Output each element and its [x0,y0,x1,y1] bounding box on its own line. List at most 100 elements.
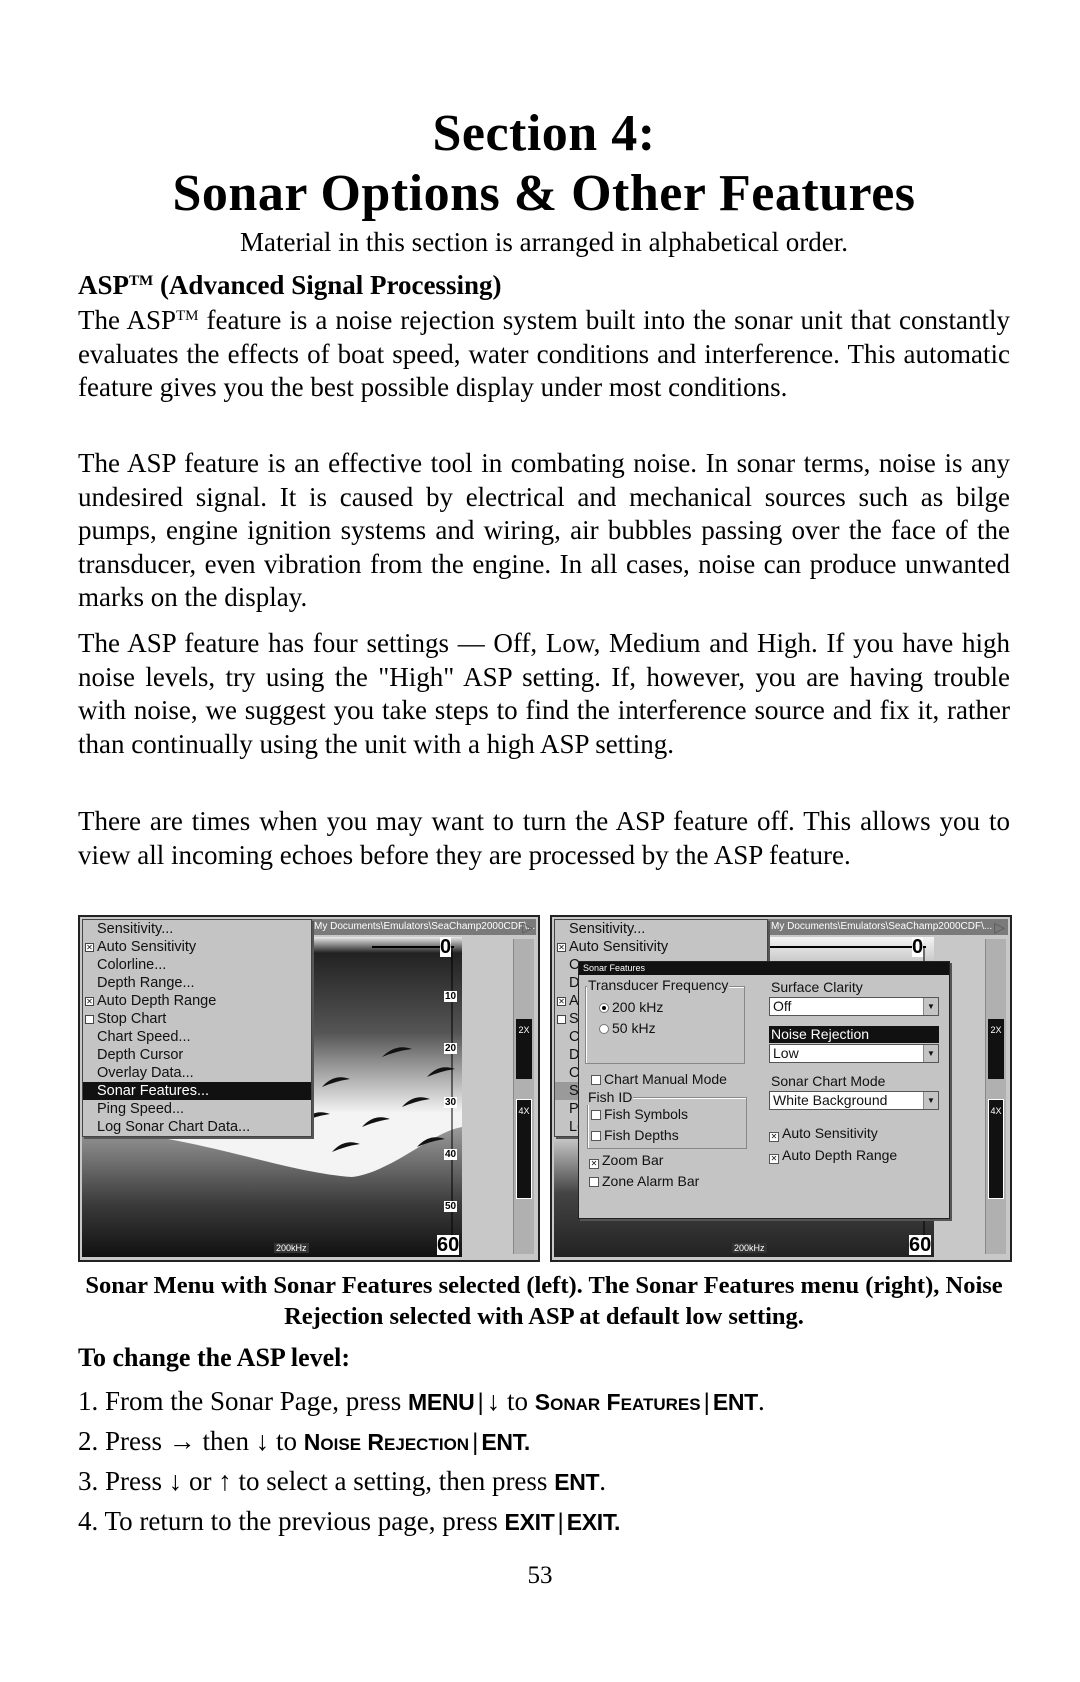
fish-depths-checkbox[interactable]: Fish Depths [591,1127,679,1143]
zoom-4x-indicator[interactable]: 4X [516,1099,532,1199]
menu-item-label: Sensitivity... [569,921,646,937]
key-ent: ENT. [481,1429,530,1455]
up-arrow-icon: ↑ [218,1466,232,1496]
menu-item-label: Depth Range... [97,975,195,991]
fish-symbols-checkbox[interactable]: Fish Symbols [591,1106,688,1122]
down-arrow-icon: ↓ [168,1466,183,1496]
radio-200khz[interactable]: 200 kHz [599,999,663,1015]
file-path-bar: My Documents\Emulators\SeaChamp2000CDF\.… [310,919,536,935]
play-triangle-icon[interactable]: ▷ [994,919,1005,935]
procedure-step-3: 3. Press ↓ or ↑ to select a setting, the… [78,1466,607,1496]
right-arrow-icon: → [168,1426,196,1456]
down-arrow-icon: ↓ [486,1386,501,1416]
menu-item[interactable]: Stop Chart [83,1010,311,1028]
radio-button-selected-icon [599,1003,609,1013]
chevron-down-icon: ▼ [923,1045,938,1062]
zoom-bar[interactable]: 2X 4X [513,939,534,1254]
menu-item[interactable]: Log Sonar Chart Data... [83,1118,311,1136]
key-exit: EXIT [504,1509,555,1535]
menu-item[interactable]: Depth Cursor [83,1046,311,1064]
chart-manual-mode-checkbox[interactable]: Chart Manual Mode [591,1071,727,1087]
checkbox-checked-icon: ✕ [557,997,566,1006]
procedure-step-2: 2. Press → then ↓ to NOISE REJECTION | ENT… [78,1426,530,1456]
menu-item-label: Colorline... [97,957,167,973]
menu-item-sonar-features: SONAR FEATURES [534,1389,701,1415]
depth-scale-top: 0 [912,937,924,958]
menu-item-label: Chart Speed... [97,1029,191,1045]
surface-clarity-label: Surface Clarity [771,979,863,995]
down-arrow-icon: ↓ [255,1426,270,1456]
menu-item-noise-rejection: NOISE REJECTION [303,1429,470,1455]
procedure-heading: To change the ASP level: [78,1343,351,1372]
checkbox-unchecked-icon [591,1075,601,1085]
sonar-menu: Sensitivity... ✕ Auto Sensitivity Colorline… [82,919,312,1137]
noise-rejection-label: Noise Rejection [769,1026,939,1043]
sonar-chart-mode-dropdown[interactable]: White Background ▼ [769,1091,939,1110]
checkbox-checked-icon: ✕ [557,943,566,952]
depth-tick: 30 [444,1097,458,1108]
menu-item-label: Overlay Data... [97,1065,194,1081]
menu-item[interactable]: Colorline... [83,956,311,974]
menu-item[interactable]: Sensitivity... [83,920,311,938]
menu-item[interactable]: ✕ Auto Depth Range [83,992,311,1010]
frequency-label: 200kHz [274,1243,309,1253]
depth-scale-top: 0 [440,937,452,958]
checkbox-unchecked-icon [591,1110,601,1120]
procedure-step-4: 4. To return to the previous page, press… [78,1506,621,1536]
checkbox-checked-icon: ✕ [769,1154,779,1164]
zoom-2x-indicator[interactable]: 2X [516,1019,532,1079]
menu-item-label: Log Sonar Chart Data... [97,1119,251,1135]
checkbox-checked-icon: ✕ [85,943,94,952]
surface-clarity-dropdown[interactable]: Off ▼ [769,997,939,1016]
depth-tick: 50 [444,1201,458,1212]
sonar-menu-screenshot: 0 10 20 30 40 50 60 200kHz My Documents\… [78,915,540,1262]
menu-item[interactable]: Ping Speed... [83,1100,311,1118]
menu-item-label: Stop Chart [97,1011,167,1027]
auto-depth-range-checkbox[interactable]: ✕ Auto Depth Range [769,1147,897,1164]
menu-item[interactable]: Sensitivity... [555,920,767,938]
noise-rejection-dropdown[interactable]: Low ▼ [769,1044,939,1063]
fish-id-label: Fish ID [587,1089,634,1105]
menu-item[interactable]: Chart Speed... [83,1028,311,1046]
checkbox-checked-icon: ✕ [85,997,94,1006]
zoom-4x-indicator[interactable]: 4X [988,1099,1004,1199]
zone-alarm-bar-checkbox[interactable]: Zone Alarm Bar [589,1173,699,1189]
menu-item-label: Sonar Features... [97,1083,210,1099]
menu-item-label: Auto Sensitivity [97,939,197,955]
checkbox-unchecked-icon [85,1015,94,1024]
menu-item-label: Sensitivity... [97,921,174,937]
zoom-bar-checkbox[interactable]: ✕ Zoom Bar [589,1152,663,1169]
menu-item[interactable]: ✕ Auto Sensitivity [555,938,767,956]
menu-item[interactable]: Depth Range... [83,974,311,992]
depth-scale-bottom: 60 [437,1234,460,1256]
menu-item[interactable]: Overlay Data... [83,1064,311,1082]
key-exit: EXIT. [566,1509,621,1535]
key-ent: ENT [554,1469,600,1495]
trademark-mark: TM [129,273,154,289]
sonar-features-screenshot: 0 60 200kHz My Documents\Emulators\SeaCh… [550,915,1012,1262]
chevron-down-icon: ▼ [923,998,938,1015]
play-triangle-icon[interactable]: ▷ [522,919,533,935]
depth-tick: 40 [444,1149,458,1160]
menu-item[interactable]: ✕ Auto Sensitivity [83,938,311,956]
radio-50khz[interactable]: 50 kHz [599,1020,656,1036]
checkbox-checked-icon: ✕ [589,1159,599,1169]
checkbox-unchecked-icon [557,1015,566,1024]
checkbox-unchecked-icon [591,1131,601,1141]
depth-tick: 20 [444,1043,458,1054]
zoom-2x-indicator[interactable]: 2X [988,1019,1004,1079]
checkbox-checked-icon: ✕ [769,1132,779,1142]
depth-tick: 10 [444,991,458,1002]
sonar-features-dialog: Sonar Features Transducer Frequency 200 … [578,961,950,1219]
zoom-bar[interactable]: 2X 4X [985,939,1006,1254]
section-label: Section 4: [432,105,656,162]
radio-button-icon [599,1024,609,1034]
checkbox-unchecked-icon [589,1177,599,1187]
asp-heading: ASPTM (Advanced Signal Processing) [78,270,502,300]
menu-item-label: Auto Sensitivity [569,939,669,955]
auto-sensitivity-checkbox[interactable]: ✕ Auto Sensitivity [769,1125,878,1142]
asp-paragraph-2: The ASP feature is an effective tool in … [78,448,1010,613]
key-menu: MENU [407,1389,475,1415]
menu-item[interactable]: Sonar Features... [83,1082,311,1100]
asp-paragraph-3: The ASP feature has four settings — Off,… [78,628,1010,759]
